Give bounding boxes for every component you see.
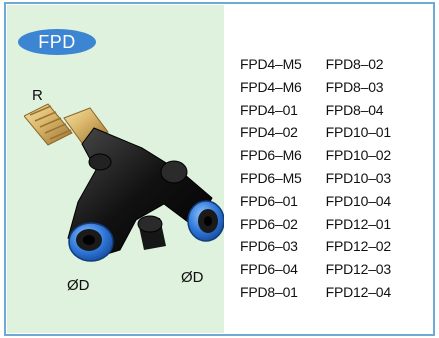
model-code: FPD10–01 <box>325 124 392 141</box>
model-code: FPD4–M6 <box>240 78 302 95</box>
model-code: FPD8–03 <box>325 78 384 95</box>
model-code: FPD6–M5 <box>240 169 302 186</box>
diameter-label-left: ØD <box>67 277 90 294</box>
model-code: FPD4–02 <box>240 124 298 141</box>
model-code: FPD6–M6 <box>240 147 302 164</box>
fitting-illustration <box>24 103 224 262</box>
model-code: FPD4–01 <box>240 101 298 118</box>
thread-label: R <box>32 87 43 104</box>
model-code: FPD6–03 <box>240 238 298 255</box>
diameter-label-right: ØD <box>181 269 204 286</box>
model-code: FPD12–01 <box>325 215 392 232</box>
series-badge: FPD <box>18 29 96 55</box>
model-column-2: FPD8–02 FPD8–03 FPD8–04 FPD10–01 FPD10–02 FPD… <box>325 53 392 304</box>
product-image-panel: FPD R ØD ØD <box>7 5 224 333</box>
model-code: FPD12–04 <box>325 283 392 300</box>
model-column-1: FPD4–M5 FPD4–M6 FPD4–01 FPD4–02 FPD6–M6 FPD6–… <box>240 53 302 304</box>
collar-right <box>187 200 224 242</box>
model-code: FPD6–01 <box>240 192 298 209</box>
model-code: FPD6–04 <box>240 261 298 278</box>
model-code: FPD8–02 <box>325 56 384 72</box>
model-code: FPD10–03 <box>325 169 392 186</box>
collar-left <box>68 222 114 262</box>
model-list: FPD4–M5 FPD4–M6 FPD4–01 FPD4–02 FPD6–M6 FPD6–… <box>240 53 391 304</box>
model-code: FPD8–01 <box>240 283 298 300</box>
model-code: FPD6–02 <box>240 215 298 232</box>
model-code: FPD4–M5 <box>240 56 302 72</box>
model-code: FPD12–03 <box>325 261 392 278</box>
model-code: FPD10–04 <box>325 192 392 209</box>
model-code: FPD8–04 <box>325 101 384 118</box>
model-code: FPD10–02 <box>325 147 392 164</box>
model-code: FPD12–02 <box>325 238 392 255</box>
